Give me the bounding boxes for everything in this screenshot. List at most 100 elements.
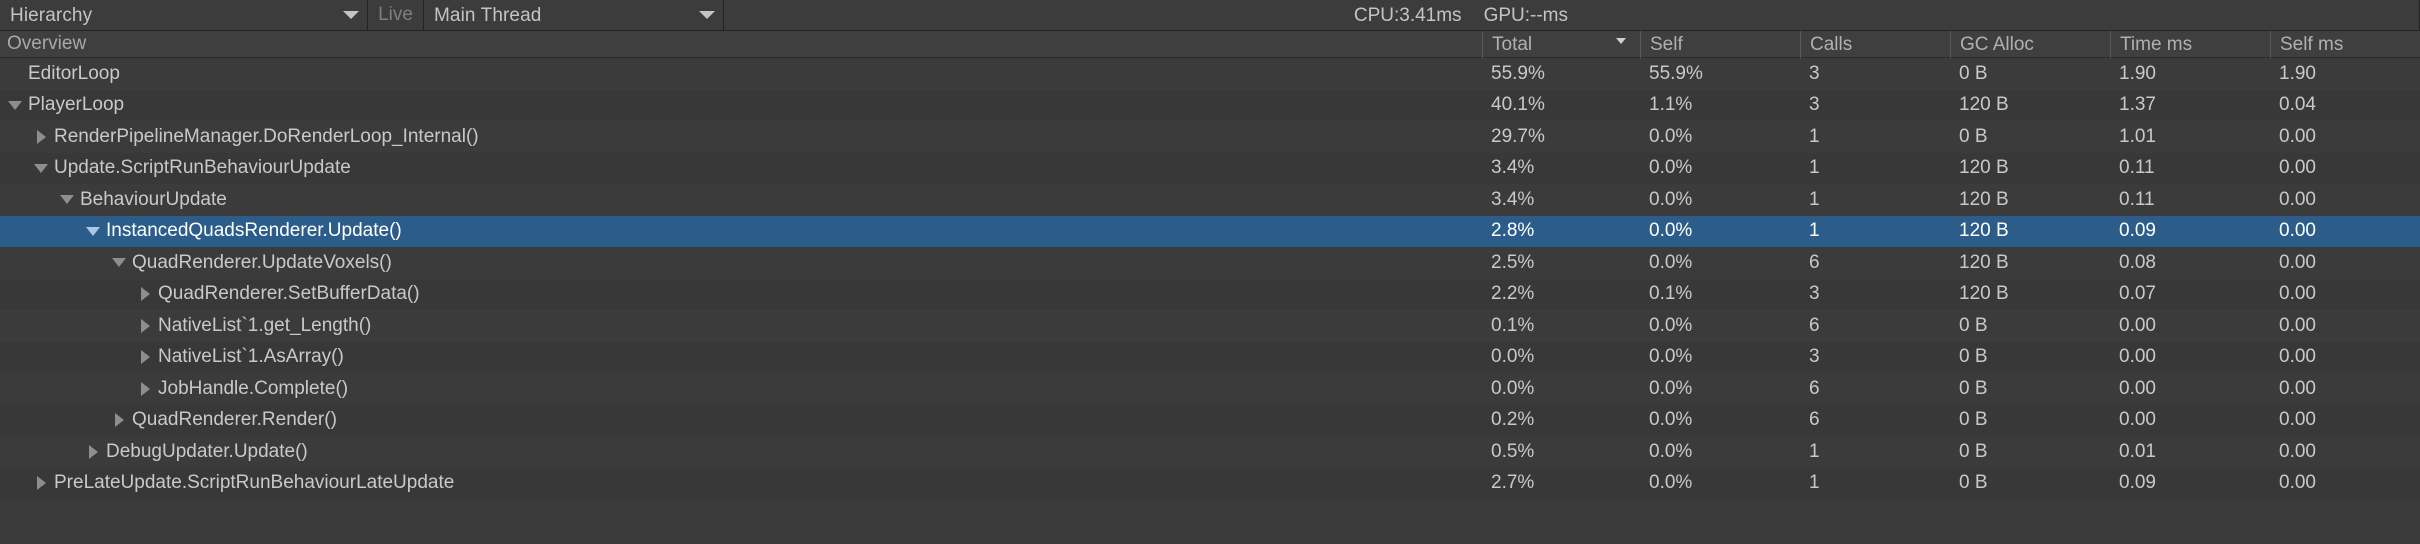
table-row[interactable]: PreLateUpdate.ScriptRunBehaviourLateUpda… xyxy=(0,467,2420,500)
row-metric-cells: 0.0% 0.0% 6 0 B 0.00 0.00 xyxy=(1482,373,2420,405)
row-metric-cells: 2.5% 0.0% 6 120 B 0.08 0.00 xyxy=(1482,247,2420,279)
cell-self-ms: 0.00 xyxy=(2279,251,2316,273)
twisty-glyph xyxy=(140,287,150,302)
cell-total: 0.1% xyxy=(1491,314,1535,336)
column-header-total[interactable]: Total xyxy=(1482,31,1640,58)
row-name-cell: Update.ScriptRunBehaviourUpdate xyxy=(30,153,351,185)
row-metric-cells: 0.5% 0.0% 1 0 B 0.01 0.00 xyxy=(1482,436,2420,468)
twisty-glyph xyxy=(88,444,98,459)
column-header-label: GC Alloc xyxy=(1960,33,2034,55)
triangle-right-icon[interactable] xyxy=(134,373,156,405)
table-row[interactable]: NativeList`1.get_Length() 0.1% 0.0% 6 0 B 0.0… xyxy=(0,310,2420,342)
cell-self: 55.9% xyxy=(1649,62,1703,84)
column-header-calls[interactable]: Calls xyxy=(1800,31,1950,58)
column-header-overview[interactable]: Overview xyxy=(0,33,86,55)
cell-time-ms: 1.37 xyxy=(2119,94,2156,116)
cell-time-ms: 0.00 xyxy=(2119,377,2156,399)
cell-gc-alloc: 120 B xyxy=(1959,283,2009,305)
cell-time-ms: 1.01 xyxy=(2119,125,2156,147)
triangle-right-icon[interactable] xyxy=(82,436,104,468)
twisty-glyph xyxy=(114,413,124,428)
table-row[interactable]: Update.ScriptRunBehaviourUpdate 3.4% 0.0% 1… xyxy=(0,152,2420,185)
triangle-down-icon[interactable] xyxy=(30,153,52,185)
cell-gc-alloc: 0 B xyxy=(1959,409,1988,431)
table-row[interactable]: JobHandle.Complete() 0.0% 0.0% 6 0 B 0.00 0.00 xyxy=(0,373,2420,405)
row-label: PreLateUpdate.ScriptRunBehaviourLateUpda… xyxy=(54,472,455,494)
twisty-glyph xyxy=(140,318,150,333)
row-label: DebugUpdater.Update() xyxy=(106,440,308,462)
view-mode-dropdown[interactable]: Hierarchy xyxy=(0,0,368,30)
table-row[interactable]: QuadRenderer.Render() 0.2% 0.0% 6 0 B 0.00 0.0… xyxy=(0,404,2420,437)
row-metric-cells: 2.8% 0.0% 1 120 B 0.09 0.00 xyxy=(1482,216,2420,248)
cell-self: 0.0% xyxy=(1649,251,1693,273)
cell-self-ms: 0.00 xyxy=(2279,409,2316,431)
triangle-right-icon[interactable] xyxy=(134,310,156,342)
row-metric-cells: 55.9% 55.9% 3 0 B 1.90 1.90 xyxy=(1482,58,2420,90)
triangle-right-icon[interactable] xyxy=(108,405,130,437)
row-label: PlayerLoop xyxy=(28,94,125,116)
cell-total: 55.9% xyxy=(1491,62,1545,84)
cell-self-ms: 0.04 xyxy=(2279,94,2316,116)
triangle-down-icon[interactable] xyxy=(4,90,26,122)
cell-total: 0.0% xyxy=(1491,377,1535,399)
column-header-label: Calls xyxy=(1810,33,1853,55)
live-toggle[interactable]: Live xyxy=(368,0,424,30)
cell-time-ms: 0.00 xyxy=(2119,409,2156,431)
table-row[interactable]: EditorLoop 55.9% 55.9% 3 0 B 1.90 1.90 xyxy=(0,58,2420,90)
hierarchy-table-body[interactable]: EditorLoop 55.9% 55.9% 3 0 B 1.90 1.90 PlayerLo… xyxy=(0,58,2420,544)
column-header-self[interactable]: Self xyxy=(1640,31,1800,58)
table-row[interactable]: QuadRenderer.SetBufferData() 2.2% 0.1% 3 120… xyxy=(0,278,2420,311)
row-metric-cells: 2.2% 0.1% 3 120 B 0.07 0.00 xyxy=(1482,279,2420,311)
triangle-right-icon[interactable] xyxy=(30,121,52,153)
row-label: Update.ScriptRunBehaviourUpdate xyxy=(54,157,351,179)
cell-self-ms: 0.00 xyxy=(2279,314,2316,336)
cell-gc-alloc: 0 B xyxy=(1959,125,1988,147)
thread-dropdown[interactable]: Main Thread xyxy=(424,0,724,30)
column-header-self-ms[interactable]: Self ms xyxy=(2270,31,2420,58)
row-label: QuadRenderer.Render() xyxy=(132,409,337,431)
table-row[interactable]: InstancedQuadsRenderer.Update() 2.8% 0.0% 1… xyxy=(0,215,2420,248)
triangle-down-icon[interactable] xyxy=(82,216,104,248)
cell-self-ms: 0.00 xyxy=(2279,188,2316,210)
cell-time-ms: 0.09 xyxy=(2119,220,2156,242)
triangle-down-icon[interactable] xyxy=(108,247,130,279)
row-name-cell: QuadRenderer.SetBufferData() xyxy=(134,279,420,311)
column-header-time-ms[interactable]: Time ms xyxy=(2110,31,2270,58)
thread-label: Main Thread xyxy=(434,4,542,26)
cell-calls: 1 xyxy=(1809,125,1820,147)
twisty-glyph xyxy=(60,195,74,205)
triangle-right-icon[interactable] xyxy=(134,342,156,374)
table-row[interactable]: DebugUpdater.Update() 0.5% 0.0% 1 0 B 0.01 0.0… xyxy=(0,436,2420,468)
row-name-cell: DebugUpdater.Update() xyxy=(82,436,308,468)
table-row[interactable]: NativeList`1.AsArray() 0.0% 0.0% 3 0 B 0.00 0.… xyxy=(0,341,2420,374)
cell-self: 0.0% xyxy=(1649,157,1693,179)
cell-self-ms: 0.00 xyxy=(2279,472,2316,494)
profiler-toolbar: Hierarchy Live Main Thread CPU:3.41ms GP… xyxy=(0,0,2420,31)
cell-total: 2.5% xyxy=(1491,251,1535,273)
triangle-right-icon[interactable] xyxy=(134,279,156,311)
column-header-gc-alloc[interactable]: GC Alloc xyxy=(1950,31,2110,58)
cell-total: 3.4% xyxy=(1491,157,1535,179)
cell-time-ms: 0.11 xyxy=(2119,157,2155,179)
table-row[interactable]: PlayerLoop 40.1% 1.1% 3 120 B 1.37 0.04 xyxy=(0,89,2420,122)
column-header-label: Time ms xyxy=(2120,33,2193,55)
cell-calls: 1 xyxy=(1809,220,1820,242)
cell-total: 2.8% xyxy=(1491,220,1535,242)
row-name-cell: PreLateUpdate.ScriptRunBehaviourLateUpda… xyxy=(30,468,454,500)
triangle-right-icon[interactable] xyxy=(30,468,52,500)
table-row[interactable]: QuadRenderer.UpdateVoxels() 2.5% 0.0% 6 120 … xyxy=(0,247,2420,279)
cell-gc-alloc: 0 B xyxy=(1959,377,1988,399)
table-row[interactable]: BehaviourUpdate 3.4% 0.0% 1 120 B 0.11 0.00 xyxy=(0,184,2420,216)
row-metric-cells: 2.7% 0.0% 1 0 B 0.09 0.00 xyxy=(1482,468,2420,500)
cell-total: 29.7% xyxy=(1491,125,1545,147)
table-row[interactable]: RenderPipelineManager.DoRenderLoop_Inter… xyxy=(0,121,2420,153)
live-label: Live xyxy=(378,4,413,25)
cell-self-ms: 0.00 xyxy=(2279,220,2316,242)
twisty-glyph xyxy=(140,381,150,396)
profiler-window: Hierarchy Live Main Thread CPU:3.41ms GP… xyxy=(0,0,2420,544)
row-name-cell: QuadRenderer.Render() xyxy=(108,405,337,437)
row-label: JobHandle.Complete() xyxy=(158,377,349,399)
triangle-down-icon[interactable] xyxy=(56,184,78,216)
cell-self-ms: 0.00 xyxy=(2279,346,2316,368)
cell-calls: 6 xyxy=(1809,409,1820,431)
